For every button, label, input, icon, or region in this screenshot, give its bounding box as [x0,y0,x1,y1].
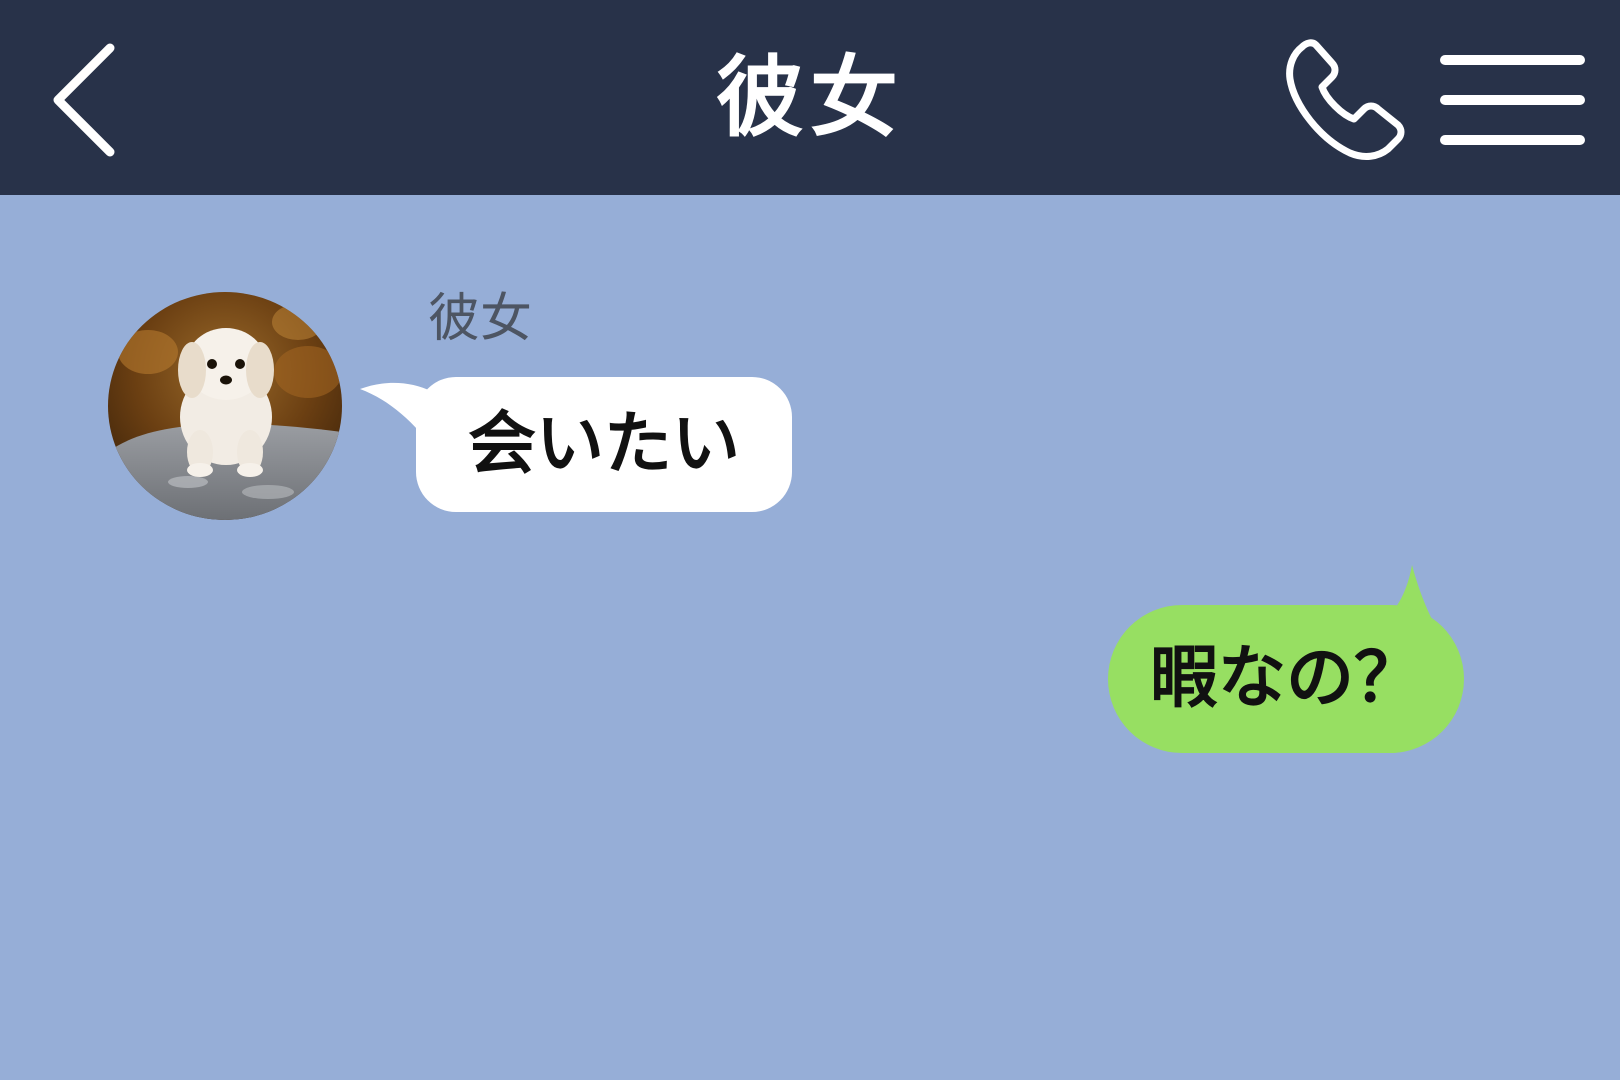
sender-name: 彼女 [428,289,533,349]
phone-icon [1286,39,1405,160]
sender-avatar[interactable] [108,292,342,520]
incoming-bubble: 会いたい [416,377,792,512]
outgoing-bubble: 暇なの？ [1108,605,1464,753]
chat-message-area[interactable]: 彼女 会いたい 暇なの？ [0,195,1620,1080]
puppy-avatar-icon [108,292,342,520]
outgoing-message[interactable]: 暇なの？ [1100,565,1480,765]
menu-button[interactable] [1435,45,1590,155]
call-button[interactable] [1280,35,1410,165]
outgoing-message-text: 暇なの？ [1149,639,1422,718]
hamburger-menu-icon [1440,55,1585,145]
incoming-message-text: 会いたい [467,405,740,484]
chat-header: 彼女 [0,0,1620,195]
incoming-message[interactable]: 会いたい [358,377,808,517]
